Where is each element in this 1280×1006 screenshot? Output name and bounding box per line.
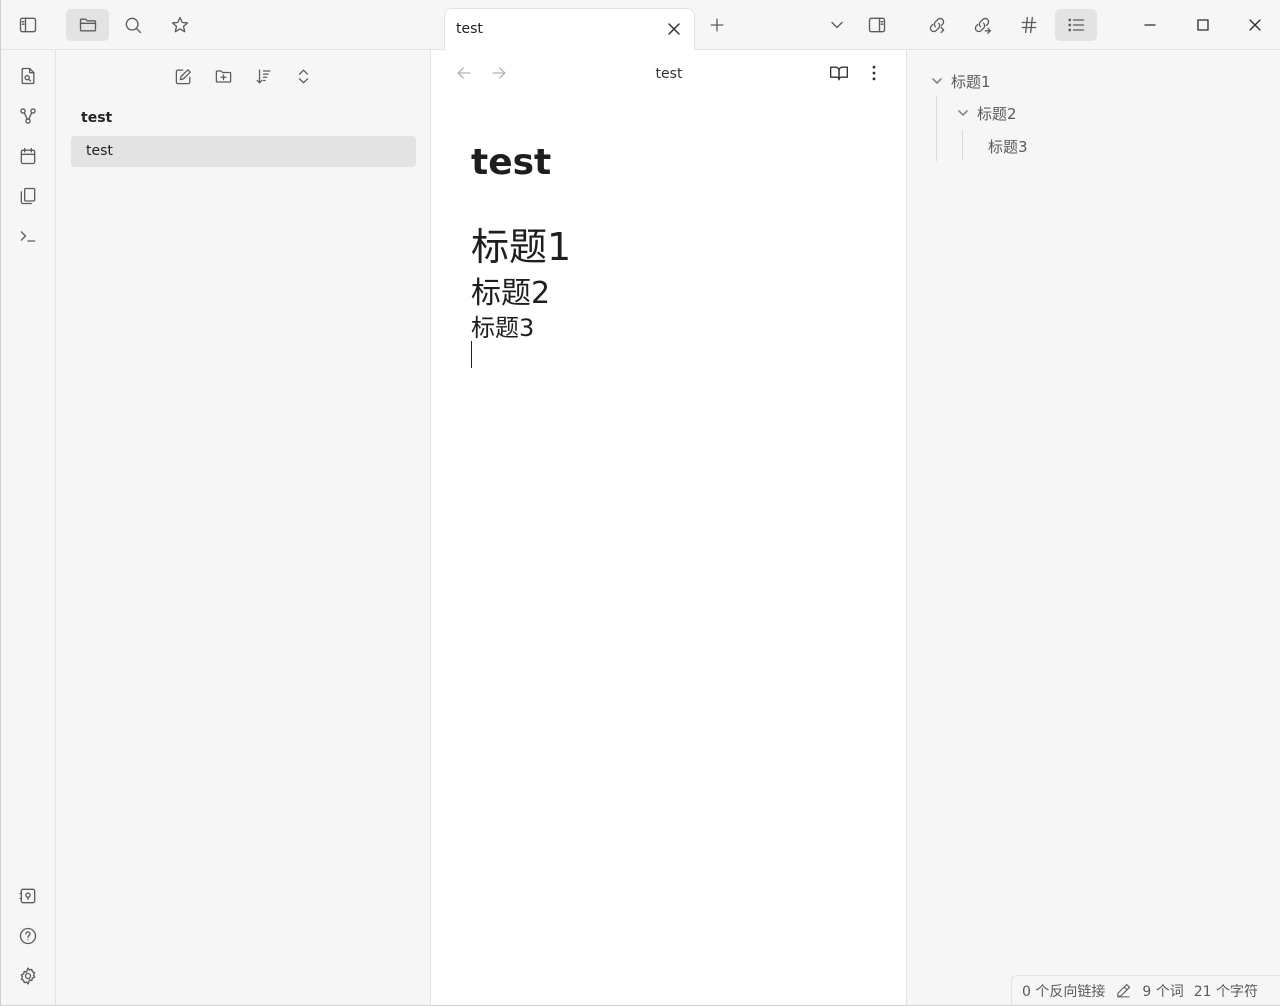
status-bar: 0 个反向链接 9 个词 21 个字符 (1011, 975, 1280, 1005)
sort-icon[interactable] (247, 60, 279, 92)
open-quick-switcher-icon[interactable] (12, 60, 44, 92)
outline-item-label: 标题2 (977, 105, 1017, 123)
star-icon[interactable] (164, 9, 196, 41)
settings-icon[interactable] (12, 960, 44, 992)
tags-icon[interactable] (1013, 9, 1045, 41)
file-item-test[interactable]: test (71, 136, 416, 167)
file-item-label: test (86, 143, 113, 159)
templates-icon[interactable] (12, 180, 44, 212)
folder-icon[interactable] (66, 9, 109, 41)
window-close-icon[interactable] (1239, 9, 1271, 41)
character-count: 21 个字符 (1193, 983, 1258, 1000)
vault-icon[interactable] (12, 880, 44, 912)
right-sidebar-toggle-icon[interactable] (861, 9, 893, 41)
more-options-icon[interactable] (858, 57, 890, 89)
word-count: 9 个词 (1142, 983, 1184, 1000)
heading-2[interactable]: 标题2 (471, 268, 550, 312)
outline-guide-1 (936, 96, 937, 161)
edit-mode-icon[interactable] (1115, 982, 1132, 999)
backlinks-icon[interactable] (921, 9, 953, 41)
outline-icon[interactable] (1055, 9, 1097, 41)
tab-title: test (456, 21, 483, 37)
document-title[interactable]: test (471, 142, 551, 183)
terminal-icon[interactable] (12, 220, 44, 252)
close-icon[interactable] (659, 14, 689, 44)
app-window: test test test test test 标题1 标题2 标题3 标题1… (0, 0, 1280, 1006)
heading-3[interactable]: 标题3 (471, 308, 534, 343)
chevron-down-icon[interactable] (957, 105, 969, 123)
heading-1[interactable]: 标题1 (471, 216, 571, 271)
outline-item-2[interactable]: 标题2 (957, 103, 1017, 124)
calendar-icon[interactable] (12, 140, 44, 172)
tab-test[interactable]: test (444, 8, 695, 51)
file-explorer-panel (56, 50, 431, 1005)
backlinks-count[interactable]: 0 个反向链接 (1022, 981, 1105, 1001)
reading-view-icon[interactable] (823, 57, 855, 89)
collapse-expand-icon[interactable] (287, 60, 319, 92)
sidebar-toggle-icon[interactable] (12, 9, 44, 41)
vault-name[interactable]: test (81, 110, 112, 126)
graph-icon[interactable] (12, 100, 44, 132)
search-icon[interactable] (117, 9, 149, 41)
editor-pane[interactable]: test test 标题1 标题2 标题3 (431, 50, 907, 1005)
outgoing-links-icon[interactable] (966, 9, 998, 41)
new-note-icon[interactable] (167, 60, 199, 92)
minimize-icon[interactable] (1134, 9, 1166, 41)
outline-guide-2 (962, 130, 963, 161)
text-cursor (471, 341, 472, 368)
outline-item-3[interactable]: 标题3 (988, 136, 1028, 157)
outline-item-label: 标题1 (951, 73, 991, 91)
help-icon[interactable] (12, 920, 44, 952)
new-folder-icon[interactable] (207, 60, 239, 92)
outline-item-label: 标题3 (988, 138, 1028, 156)
chevron-down-icon[interactable] (931, 73, 943, 91)
maximize-icon[interactable] (1187, 9, 1219, 41)
chevron-down-icon[interactable] (821, 9, 853, 41)
outline-panel: 标题1 标题2 标题3 (907, 50, 1280, 1005)
new-tab-icon[interactable] (701, 9, 733, 41)
outline-item-1[interactable]: 标题1 (931, 71, 991, 92)
